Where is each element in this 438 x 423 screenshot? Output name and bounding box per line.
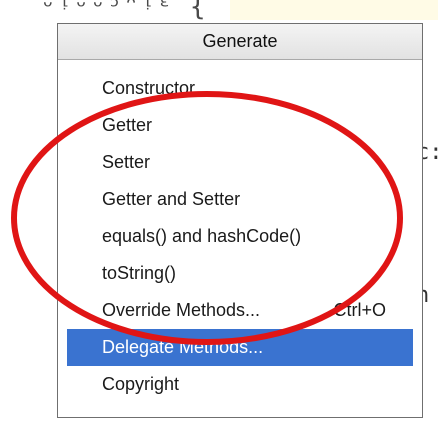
menu-item-label: toString() (102, 263, 177, 283)
menu-item-label: Constructor (102, 78, 196, 98)
menu-item-getter[interactable]: Getter (58, 107, 422, 144)
menu-item-getter-and-setter[interactable]: Getter and Setter (58, 181, 422, 218)
menu-item-label: Override Methods... (102, 300, 261, 320)
popup-title: Generate (58, 24, 422, 60)
generate-menu-list: Constructor Getter Setter Getter and Set… (58, 70, 422, 403)
menu-item-override-methods[interactable]: Override Methods... Ctrl+O (58, 292, 422, 329)
generate-popup-menu: Generate Constructor Getter Setter Gette… (57, 23, 423, 418)
menu-item-shortcut: Ctrl+O (333, 300, 386, 320)
menu-item-copyright[interactable]: Copyright (58, 366, 422, 403)
menu-item-label: Getter (102, 115, 153, 135)
menu-item-equals-hashcode[interactable]: equals() and hashCode() (58, 218, 422, 255)
menu-item-setter[interactable]: Setter (58, 144, 422, 181)
menu-item-constructor[interactable]: Constructor (58, 70, 422, 107)
editor-code-fragment: ᵕᵎᵕᵕᵓᵔᵎᵋ { (40, 0, 207, 22)
ide-editor: ᵕᵎᵕᵕᵓᵔᵎᵋ { c: n Generate Constructor Get… (0, 0, 438, 423)
menu-item-label: Setter (102, 152, 151, 172)
editor-current-line-highlight (230, 0, 438, 20)
menu-item-tostring[interactable]: toString() (58, 255, 422, 292)
menu-item-label: Delegate Methods... (102, 337, 264, 357)
menu-item-delegate-methods[interactable]: Delegate Methods... (67, 329, 413, 366)
menu-item-label: Copyright (102, 374, 180, 394)
menu-item-label: Getter and Setter (102, 189, 241, 209)
menu-item-label: equals() and hashCode() (102, 226, 302, 246)
